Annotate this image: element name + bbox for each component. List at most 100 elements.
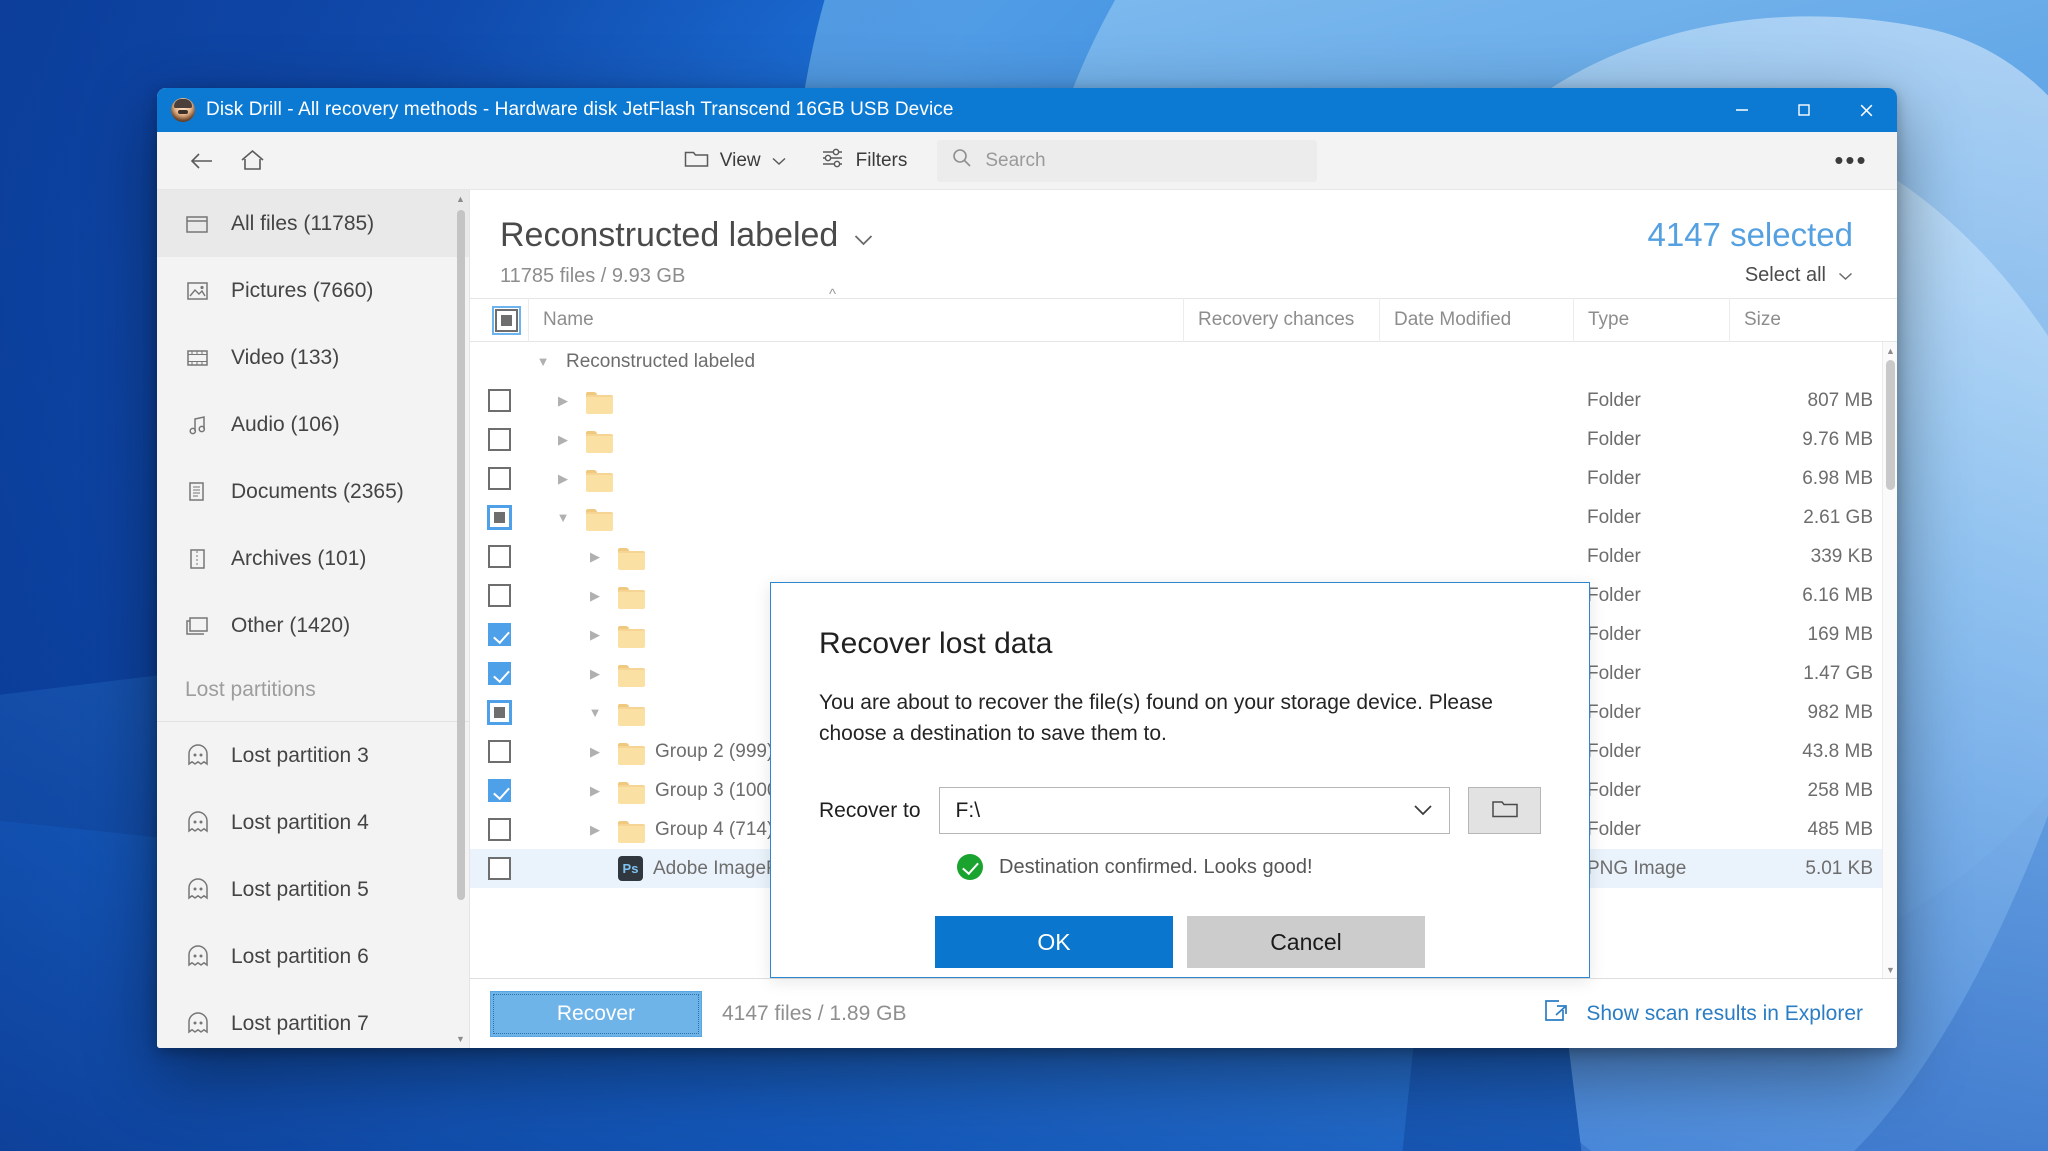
- sidebar-item-lost-partition-5[interactable]: Lost partition 5: [157, 856, 469, 923]
- row-checkbox-cell[interactable]: [470, 428, 528, 451]
- row-checkbox-cell[interactable]: [470, 545, 528, 568]
- recover-to-select[interactable]: F:\: [938, 787, 1451, 834]
- view-button[interactable]: View: [670, 140, 800, 182]
- folder-icon: [586, 507, 613, 531]
- table-row[interactable]: ▶ Folder 807 MB: [470, 381, 1897, 420]
- sidebar-scrollbar[interactable]: ▲ ▼: [454, 190, 467, 1048]
- column-header-date-modified[interactable]: Date Modified: [1379, 298, 1573, 342]
- expand-triangle-right-icon[interactable]: ▶: [582, 817, 608, 843]
- row-checkbox-cell[interactable]: [470, 740, 528, 763]
- select-all-checkbox[interactable]: [470, 298, 528, 342]
- results-header: Reconstructed labeled 11785 files / 9.93…: [470, 190, 1897, 298]
- ghost-icon: [185, 743, 211, 769]
- sidebar-item-lost-partition-6[interactable]: Lost partition 6: [157, 923, 469, 990]
- row-checkbox-cell[interactable]: [470, 389, 528, 412]
- title-bar: Disk Drill - All recovery methods - Hard…: [157, 88, 1897, 132]
- recover-button[interactable]: Recover: [490, 990, 702, 1037]
- table-scroll-thumb[interactable]: [1886, 360, 1895, 490]
- table-row[interactable]: ▶ Folder 9.76 MB: [470, 420, 1897, 459]
- home-icon[interactable]: [227, 140, 277, 182]
- row-checkbox-cell[interactable]: [470, 818, 528, 841]
- row-checkbox[interactable]: [487, 779, 511, 802]
- sidebar-item-pictures[interactable]: Pictures (7660): [157, 257, 469, 324]
- row-checkbox[interactable]: [487, 662, 511, 685]
- more-options-icon[interactable]: •••: [1827, 141, 1875, 181]
- cancel-button[interactable]: Cancel: [1187, 916, 1425, 968]
- column-header-recovery-chances[interactable]: Recovery chances: [1183, 298, 1379, 342]
- expand-triangle-right-icon[interactable]: ▶: [550, 388, 576, 414]
- photoshop-icon: Ps: [618, 856, 643, 881]
- sidebar-item-other[interactable]: Other (1420): [157, 592, 469, 659]
- sidebar-item-archives[interactable]: Archives (101): [157, 525, 469, 592]
- table-row[interactable]: ▶ Folder 339 KB: [470, 537, 1897, 576]
- row-checkbox[interactable]: [487, 467, 511, 490]
- sidebar-item-lost-partition-7[interactable]: Lost partition 7: [157, 990, 469, 1048]
- sidebar-item-video[interactable]: Video (133): [157, 324, 469, 391]
- minimize-icon[interactable]: [1711, 88, 1773, 132]
- header-checkbox[interactable]: [491, 305, 521, 335]
- expand-triangle-right-icon[interactable]: ▶: [582, 622, 608, 648]
- disk-drill-window: Disk Drill - All recovery methods - Hard…: [157, 88, 1897, 1048]
- row-checkbox-cell[interactable]: [470, 623, 528, 646]
- expand-triangle-down-icon[interactable]: ▼: [550, 505, 576, 531]
- success-check-icon: [957, 854, 983, 880]
- sidebar-item-audio[interactable]: Audio (106): [157, 391, 469, 458]
- close-icon[interactable]: [1835, 88, 1897, 132]
- column-header-size[interactable]: Size: [1729, 298, 1897, 342]
- row-checkbox[interactable]: [487, 545, 511, 568]
- row-checkbox[interactable]: [487, 584, 511, 607]
- expand-triangle-right-icon[interactable]: ▶: [582, 739, 608, 765]
- scroll-down-arrow-icon[interactable]: ▼: [454, 1032, 467, 1046]
- sidebar-scroll-thumb[interactable]: [457, 210, 465, 900]
- folder-icon: [618, 780, 645, 804]
- expand-triangle-right-icon[interactable]: ▶: [550, 466, 576, 492]
- row-checkbox[interactable]: [487, 389, 511, 412]
- row-checkbox[interactable]: [486, 505, 512, 530]
- sidebar-item-label: Lost partition 6: [231, 944, 369, 968]
- row-size: 5.01 KB: [1805, 857, 1873, 879]
- expand-triangle-right-icon[interactable]: ▶: [550, 427, 576, 453]
- search-input[interactable]: Search: [937, 139, 1318, 182]
- table-row[interactable]: ▼ Folder 2.61 GB: [470, 498, 1897, 537]
- expand-triangle-right-icon[interactable]: ▶: [582, 544, 608, 570]
- row-checkbox[interactable]: [487, 623, 511, 646]
- sidebar-item-all-files[interactable]: All files (11785): [157, 190, 469, 257]
- expand-triangle-down-icon[interactable]: ▼: [582, 700, 608, 726]
- maximize-icon[interactable]: [1773, 88, 1835, 132]
- column-header-type[interactable]: Type: [1573, 298, 1729, 342]
- row-checkbox-cell[interactable]: [470, 505, 528, 530]
- results-title-dropdown[interactable]: Reconstructed labeled: [500, 216, 873, 255]
- row-checkbox[interactable]: [487, 857, 511, 880]
- row-checkbox-cell[interactable]: [470, 584, 528, 607]
- row-checkbox[interactable]: [487, 818, 511, 841]
- row-checkbox-cell[interactable]: [470, 467, 528, 490]
- show-scan-results-in-explorer-link[interactable]: Show scan results in Explorer: [1543, 998, 1863, 1030]
- ok-button[interactable]: OK: [935, 916, 1173, 968]
- back-arrow-icon[interactable]: [177, 140, 227, 182]
- expand-triangle-right-icon[interactable]: ▶: [582, 778, 608, 804]
- filters-button[interactable]: Filters: [806, 138, 922, 183]
- sidebar-item-lost-partition-4[interactable]: Lost partition 4: [157, 789, 469, 856]
- dialog-description: You are about to recover the file(s) fou…: [819, 691, 1493, 745]
- expand-triangle-down-icon[interactable]: ▼: [530, 349, 556, 375]
- scroll-up-arrow-icon[interactable]: ▲: [454, 192, 467, 206]
- column-header-name[interactable]: Name ^: [528, 286, 1183, 342]
- row-checkbox-cell[interactable]: [470, 662, 528, 685]
- expand-triangle-right-icon[interactable]: ▶: [582, 661, 608, 687]
- expand-triangle-right-icon[interactable]: ▶: [582, 583, 608, 609]
- row-checkbox-cell[interactable]: [470, 779, 528, 802]
- scroll-up-arrow-icon[interactable]: ▲: [1883, 343, 1897, 358]
- select-all-dropdown[interactable]: Select all: [1648, 264, 1854, 287]
- scroll-down-arrow-icon[interactable]: ▼: [1883, 962, 1897, 977]
- browse-folder-button[interactable]: [1468, 787, 1541, 834]
- table-row[interactable]: ▶ Folder 6.98 MB: [470, 459, 1897, 498]
- row-checkbox[interactable]: [486, 700, 512, 725]
- sidebar-item-documents[interactable]: Documents (2365): [157, 458, 469, 525]
- table-row[interactable]: ▼ Reconstructed labeled: [470, 342, 1897, 381]
- row-checkbox-cell[interactable]: [470, 857, 528, 880]
- row-checkbox[interactable]: [487, 740, 511, 763]
- row-checkbox[interactable]: [487, 428, 511, 451]
- row-checkbox-cell[interactable]: [470, 700, 528, 725]
- table-scrollbar[interactable]: ▲ ▼: [1882, 342, 1897, 978]
- sidebar-item-lost-partition-3[interactable]: Lost partition 3: [157, 722, 469, 789]
